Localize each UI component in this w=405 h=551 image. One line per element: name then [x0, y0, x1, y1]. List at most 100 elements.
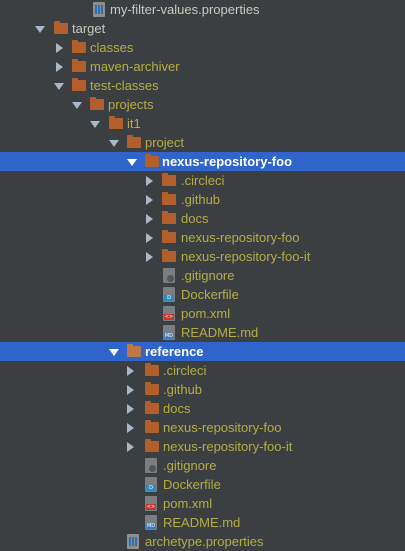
tree-row-label: projects	[108, 97, 154, 112]
chevron-down-icon[interactable]	[72, 102, 82, 109]
folder-icon	[162, 230, 176, 243]
tree-row-label: target	[72, 21, 106, 36]
tree-row-label: project	[145, 135, 185, 150]
tree-row[interactable]: nexus-repository-foo-it	[0, 247, 405, 266]
properties-file-icon	[93, 2, 105, 17]
tree-row-label: pom.xml	[181, 306, 231, 321]
tree-row-label: archetype.properties	[145, 534, 264, 549]
tree-row-label: .gitignore	[181, 268, 235, 283]
chevron-right-icon[interactable]	[127, 385, 134, 395]
folder-icon	[162, 249, 176, 262]
folder-icon	[145, 401, 159, 414]
tree-row-label: README.md	[181, 325, 259, 340]
tree-row[interactable]: D Dockerfile	[0, 285, 405, 304]
chevron-right-icon[interactable]	[146, 233, 153, 243]
folder-icon	[109, 116, 123, 129]
chevron-right-icon[interactable]	[56, 62, 63, 72]
tree-row[interactable]: test-classes	[0, 76, 405, 95]
tree-row[interactable]: target	[0, 19, 405, 38]
tree-row-label: nexus-repository-foo-it	[181, 249, 311, 264]
chevron-right-icon[interactable]	[146, 214, 153, 224]
markdown-file-icon: MD	[163, 325, 175, 340]
tree-row-label: nexus-repository-foo-it	[163, 439, 293, 454]
tree-row[interactable]: projects	[0, 95, 405, 114]
tree-row-label: nexus-repository-foo	[162, 154, 293, 169]
tree-row[interactable]: archetype.properties	[0, 532, 405, 551]
chevron-down-icon[interactable]	[127, 159, 137, 166]
markdown-file-icon: MD	[145, 515, 157, 530]
tree-row-selected[interactable]: nexus-repository-foo	[0, 152, 405, 171]
tree-row-label: classes	[90, 40, 134, 55]
tree-row[interactable]: <> pom.xml	[0, 304, 405, 323]
tree-row[interactable]: nexus-repository-foo	[0, 418, 405, 437]
dockerfile-icon: D	[145, 477, 157, 492]
tree-row[interactable]: <> pom.xml	[0, 494, 405, 513]
tree-row[interactable]: MD README.md	[0, 513, 405, 532]
tree-row[interactable]: .github	[0, 380, 405, 399]
tree-row[interactable]: my-filter-values.properties	[0, 0, 405, 19]
tree-row[interactable]: .circleci	[0, 171, 405, 190]
tree-row-label: nexus-repository-foo	[163, 420, 282, 435]
tree-row[interactable]: it1	[0, 114, 405, 133]
tree-row[interactable]: .gitignore	[0, 266, 405, 285]
tree-row-label: it1	[127, 116, 141, 131]
folder-icon	[72, 78, 86, 91]
chevron-right-icon[interactable]	[146, 195, 153, 205]
tree-row-label: test-classes	[90, 78, 159, 93]
folder-icon	[72, 59, 86, 72]
tree-row-label: .github	[181, 192, 221, 207]
folder-icon	[127, 135, 141, 148]
tree-row-selected[interactable]: reference	[0, 342, 405, 361]
folder-icon	[145, 382, 159, 395]
tree-row-label: pom.xml	[163, 496, 213, 511]
chevron-down-icon[interactable]	[109, 349, 119, 356]
chevron-right-icon[interactable]	[127, 442, 134, 452]
properties-file-icon	[127, 534, 139, 549]
tree-row-label: .circleci	[181, 173, 225, 188]
chevron-down-icon[interactable]	[54, 83, 64, 90]
chevron-down-icon[interactable]	[109, 140, 119, 147]
chevron-down-icon[interactable]	[90, 121, 100, 128]
tree-row-label: maven-archiver	[90, 59, 180, 74]
tree-row-label: README.md	[163, 515, 241, 530]
tree-row[interactable]: MD README.md	[0, 323, 405, 342]
chevron-right-icon[interactable]	[127, 404, 134, 414]
folder-icon	[145, 363, 159, 376]
folder-icon	[162, 211, 176, 224]
folder-icon	[127, 344, 141, 357]
tree-row-label: nexus-repository-foo	[181, 230, 300, 245]
folder-icon	[162, 192, 176, 205]
tree-row[interactable]: nexus-repository-foo-it	[0, 437, 405, 456]
tree-row-label: .circleci	[163, 363, 207, 378]
chevron-right-icon[interactable]	[56, 43, 63, 53]
folder-icon	[54, 21, 68, 34]
tree-row[interactable]: D Dockerfile	[0, 475, 405, 494]
tree-row-label: .gitignore	[163, 458, 217, 473]
tree-row-label: my-filter-values.properties	[110, 2, 260, 17]
tree-row-label: docs	[181, 211, 209, 226]
chevron-right-icon[interactable]	[127, 366, 134, 376]
tree-row-label: docs	[163, 401, 191, 416]
folder-icon	[72, 40, 86, 53]
tree-row[interactable]: .circleci	[0, 361, 405, 380]
chevron-right-icon[interactable]	[127, 423, 134, 433]
folder-icon	[145, 154, 159, 167]
tree-row[interactable]: docs	[0, 209, 405, 228]
chevron-down-icon[interactable]	[35, 26, 45, 33]
tree-row[interactable]: project	[0, 133, 405, 152]
tree-row[interactable]: .github	[0, 190, 405, 209]
tree-row[interactable]: .gitignore	[0, 456, 405, 475]
tree-row-label: Dockerfile	[181, 287, 239, 302]
folder-icon	[145, 420, 159, 433]
tree-row[interactable]: maven-archiver	[0, 57, 405, 76]
chevron-right-icon[interactable]	[146, 176, 153, 186]
tree-row[interactable]: classes	[0, 38, 405, 57]
dockerfile-icon: D	[163, 287, 175, 302]
folder-icon	[162, 173, 176, 186]
tree-row[interactable]: docs	[0, 399, 405, 418]
tree-row-label: .github	[163, 382, 203, 397]
chevron-right-icon[interactable]	[146, 252, 153, 262]
gitignore-file-icon	[145, 458, 157, 473]
tree-row[interactable]: nexus-repository-foo	[0, 228, 405, 247]
folder-icon	[90, 97, 104, 110]
